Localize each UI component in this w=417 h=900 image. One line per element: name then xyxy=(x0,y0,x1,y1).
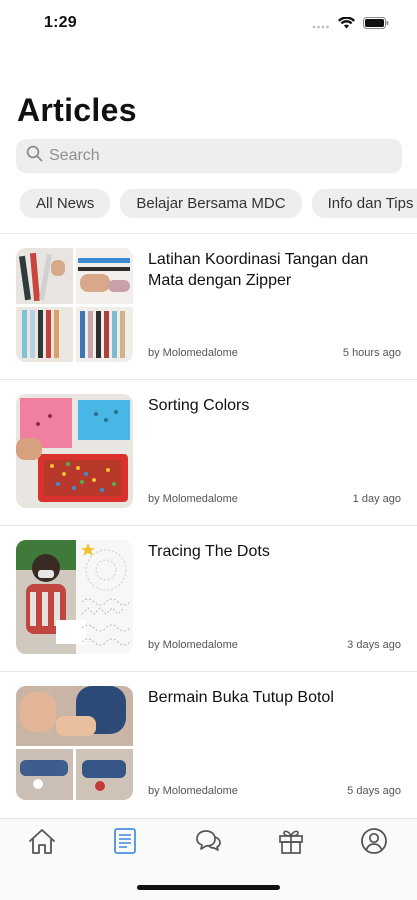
article-title: Latihan Koordinasi Tangan dan Mata denga… xyxy=(148,251,369,289)
signal-icon xyxy=(312,16,330,34)
article-card[interactable]: Tracing The Dots by Molomedalome 3 days … xyxy=(0,526,417,671)
status-icons xyxy=(312,16,389,34)
article-thumbnail xyxy=(16,540,133,654)
article-time: 5 hours ago xyxy=(342,347,401,359)
chip-info-dan-tips[interactable]: Info dan Tips xyxy=(311,189,417,218)
article-thumbnail xyxy=(16,686,133,800)
articles-icon xyxy=(112,827,138,860)
article-thumbnail xyxy=(16,394,133,508)
article-time: 3 days ago xyxy=(347,639,401,651)
article-author: by Molomedalome xyxy=(148,785,238,797)
chip-belajar-bersama-mdc[interactable]: Belajar Bersama MDC xyxy=(120,189,302,218)
wifi-icon xyxy=(338,16,355,34)
category-chips: All News Belajar Bersama MDC Info dan Ti… xyxy=(20,189,417,218)
article-card[interactable]: Latihan Koordinasi Tangan dan Mata denga… xyxy=(0,234,417,379)
article-time: 1 day ago xyxy=(352,493,401,505)
search-bar[interactable] xyxy=(16,139,402,173)
article-title: Bermain Buka Tutup Botol xyxy=(148,689,334,706)
home-indicator xyxy=(137,885,280,890)
tab-articles[interactable] xyxy=(108,827,142,859)
tab-profile[interactable] xyxy=(357,827,391,859)
tab-chat[interactable] xyxy=(191,827,225,859)
gift-icon xyxy=(277,827,305,860)
chat-icon xyxy=(193,828,223,859)
article-author: by Molomedalome xyxy=(148,639,238,651)
profile-icon xyxy=(360,827,388,860)
home-icon xyxy=(27,827,57,860)
battery-icon xyxy=(363,16,389,34)
tab-gift[interactable] xyxy=(274,827,308,859)
search-input[interactable] xyxy=(49,147,379,165)
article-card[interactable]: Sorting Colors by Molomedalome 1 day ago xyxy=(0,380,417,525)
article-time: 5 days ago xyxy=(347,785,401,797)
article-title: Tracing The Dots xyxy=(148,543,270,560)
chip-all-news[interactable]: All News xyxy=(20,189,111,218)
page-title: Articles xyxy=(17,92,137,128)
article-author: by Molomedalome xyxy=(148,347,238,359)
article-card[interactable]: Bermain Buka Tutup Botol by Molomedalome… xyxy=(0,672,417,817)
tab-home[interactable] xyxy=(25,827,59,859)
search-icon xyxy=(26,145,43,167)
article-title: Sorting Colors xyxy=(148,397,250,414)
status-bar: 1:29 xyxy=(0,0,417,46)
article-author: by Molomedalome xyxy=(148,493,238,505)
article-thumbnail xyxy=(16,248,133,362)
status-time: 1:29 xyxy=(44,14,77,31)
